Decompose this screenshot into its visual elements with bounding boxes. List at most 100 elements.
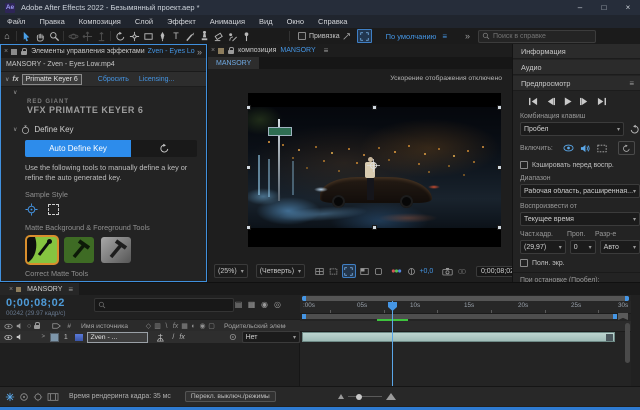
snap-angle-icon[interactable] xyxy=(340,29,354,43)
define-key-group-label[interactable]: Define Key xyxy=(34,125,73,134)
include-overlays-icon[interactable] xyxy=(595,142,610,154)
effect-controls-tab-label[interactable]: Элементы управления эффектами xyxy=(31,48,145,55)
framerate-select[interactable]: (29,97)▾ xyxy=(520,240,566,254)
menu-file[interactable]: Файл xyxy=(0,17,32,26)
mask-visibility-icon[interactable] xyxy=(327,265,339,277)
comp-marker-button[interactable] xyxy=(618,313,628,320)
channel-select-icon[interactable] xyxy=(391,265,403,277)
comp-tab-close-icon[interactable]: × xyxy=(211,47,215,54)
layer-label-color[interactable] xyxy=(50,333,59,342)
effect-reset-link[interactable]: Сбросить xyxy=(98,76,129,83)
layer-visibility-icon[interactable] xyxy=(4,334,13,341)
cache-indicator-icon[interactable] xyxy=(19,392,29,402)
choose-grid-icon[interactable] xyxy=(313,265,325,277)
audio-panel-header[interactable]: Аудио xyxy=(513,60,640,75)
home-icon[interactable]: ⌂ xyxy=(0,29,14,43)
performance-icon[interactable] xyxy=(33,392,43,402)
mercury-transmit-icon[interactable] xyxy=(357,29,372,43)
transparency-grid-icon[interactable] xyxy=(358,265,370,277)
effect-collapse-icon[interactable]: ∨ xyxy=(5,76,9,83)
cache-before-playback-checkbox[interactable] xyxy=(520,161,528,169)
tab-overflow-icon[interactable]: » xyxy=(197,47,202,57)
composition-flowchart-icon[interactable]: ▤ xyxy=(232,298,245,310)
fg-eyedropper-tool[interactable] xyxy=(27,237,57,263)
auto-define-key-button[interactable]: Auto Define Key xyxy=(25,140,131,157)
vertical-scrollbar[interactable] xyxy=(625,323,630,363)
zoom-out-mountain-icon[interactable] xyxy=(338,394,344,399)
shape-tool-icon[interactable] xyxy=(141,29,155,43)
region-sample-icon[interactable] xyxy=(48,204,59,215)
stopwatch-icon[interactable] xyxy=(21,125,30,135)
snapshot-camera-icon[interactable] xyxy=(441,265,453,277)
pan-behind-tool-icon[interactable] xyxy=(127,29,141,43)
minimize-button[interactable]: – xyxy=(568,0,592,15)
loop-icon[interactable] xyxy=(618,141,635,155)
handle-mid-right[interactable] xyxy=(497,165,502,170)
point-sample-icon[interactable] xyxy=(25,203,38,216)
toggle-switches-modes-button[interactable]: Перекл. выключ./режимы xyxy=(185,391,276,402)
layer-audio-icon[interactable] xyxy=(16,333,24,341)
exposure-reset-icon[interactable] xyxy=(405,265,417,277)
comp-panel-menu-icon[interactable]: ≡ xyxy=(324,46,329,55)
handle-top-right[interactable] xyxy=(497,105,502,110)
resolution-preview-select[interactable]: Авто▾ xyxy=(600,240,640,254)
draft3d-icon[interactable]: ▦ xyxy=(245,298,258,310)
define-key-collapse-icon[interactable]: ∨ xyxy=(13,126,17,133)
layer-draft-icon[interactable]: / xyxy=(172,334,174,341)
help-search-box[interactable] xyxy=(478,30,596,43)
eraser-tool-icon[interactable] xyxy=(211,29,225,43)
orbit-camera-tool-icon[interactable] xyxy=(66,29,80,43)
zoom-slider-knob[interactable] xyxy=(356,394,362,400)
skip-select[interactable]: 0▾ xyxy=(570,240,596,254)
range-select[interactable]: Рабочая область, расширенная... ▾ xyxy=(520,184,640,198)
time-ruler[interactable]: :00s 05s 10s 15s 20s 25s 30s xyxy=(300,301,631,314)
exposure-value[interactable]: +0,0 xyxy=(419,268,433,275)
bg-squeegee-tool[interactable] xyxy=(64,237,94,263)
zoom-in-mountain-icon[interactable] xyxy=(386,393,396,400)
menu-effect[interactable]: Эффект xyxy=(160,17,203,26)
handle-top-center[interactable] xyxy=(372,105,377,110)
menu-edit[interactable]: Правка xyxy=(32,17,71,26)
help-search-input[interactable] xyxy=(493,33,585,40)
render-snowflake-icon[interactable] xyxy=(5,392,15,402)
layer-quality-icon[interactable] xyxy=(156,333,165,342)
comp-tab-name[interactable]: MANSORY xyxy=(280,47,315,54)
comp-tab-label[interactable]: композиция xyxy=(238,47,276,54)
play-from-select[interactable]: Текущее время ▾ xyxy=(520,212,640,226)
clone-stamp-tool-icon[interactable] xyxy=(197,29,211,43)
zoom-tool-icon[interactable] xyxy=(47,29,61,43)
resolution-select[interactable]: (Четверть)▾ xyxy=(256,264,305,278)
rotate-tool-icon[interactable] xyxy=(113,29,127,43)
timeline-search-box[interactable] xyxy=(94,298,234,312)
frame-blend-icon[interactable]: ◉ xyxy=(258,298,271,310)
close-button[interactable]: × xyxy=(616,0,640,15)
first-frame-button[interactable] xyxy=(525,95,542,107)
workspace-menu-icon[interactable]: ≡ xyxy=(442,32,447,41)
timeline-tab-close-icon[interactable]: × xyxy=(9,286,13,293)
effect-controls-tab-target[interactable]: Zven - Eyes Lo xyxy=(148,48,195,55)
preview-menu-icon[interactable]: ≡ xyxy=(629,79,634,88)
show-snapshot-icon[interactable] xyxy=(456,265,468,277)
layer-name[interactable]: Zven - ... Low.mp4 xyxy=(87,332,147,343)
source-name-column[interactable]: Имя источника xyxy=(81,323,128,330)
auto-define-reset-button[interactable] xyxy=(131,140,197,157)
toolbar-overflow-icon[interactable]: » xyxy=(465,31,470,41)
guides-icon[interactable] xyxy=(372,265,384,277)
menu-window[interactable]: Окно xyxy=(280,17,311,26)
include-video-icon[interactable] xyxy=(561,142,576,154)
last-frame-button[interactable] xyxy=(593,95,610,107)
maximize-button[interactable]: □ xyxy=(592,0,616,15)
handle-mid-left[interactable] xyxy=(246,165,251,170)
pen-tool-icon[interactable] xyxy=(155,29,169,43)
handle-top-left[interactable] xyxy=(246,105,251,110)
menu-composition[interactable]: Композиция xyxy=(72,17,128,26)
menu-view[interactable]: Вид xyxy=(252,17,280,26)
next-frame-button[interactable] xyxy=(576,95,593,107)
zoom-slider-track[interactable] xyxy=(348,396,382,397)
lock-icon[interactable] xyxy=(21,51,27,55)
handle-bottom-center[interactable] xyxy=(372,225,377,230)
menu-help[interactable]: Справка xyxy=(311,17,354,26)
comp-lock-icon[interactable] xyxy=(228,50,234,54)
film-icon[interactable] xyxy=(47,392,59,402)
current-time-display[interactable]: 0;00;08;02 xyxy=(6,297,65,309)
